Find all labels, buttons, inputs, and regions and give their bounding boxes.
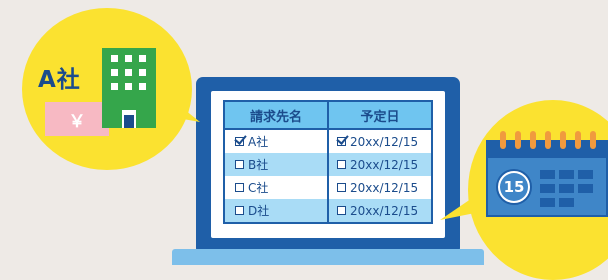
table-row-name: D社 xyxy=(225,199,327,222)
company-label: A社 xyxy=(38,67,81,93)
billing-name: A社 xyxy=(248,135,269,149)
table-row-date: 20xx/12/15 xyxy=(329,176,431,199)
calendar-day-cell xyxy=(540,170,555,179)
calendar-ring-icon xyxy=(575,131,581,149)
calendar-day-cell xyxy=(559,184,574,193)
scheduled-date: 20xx/12/15 xyxy=(350,203,419,218)
calendar-ring-icon xyxy=(560,131,566,149)
yen-symbol: ￥ xyxy=(68,111,86,132)
scheduled-date: 20xx/12/15 xyxy=(350,157,419,172)
checkbox-checked-icon[interactable] xyxy=(235,137,244,146)
checkbox-icon[interactable] xyxy=(337,206,346,215)
calendar-day-cell xyxy=(559,198,574,207)
checkbox-checked-icon[interactable] xyxy=(337,137,346,146)
checkbox-icon[interactable] xyxy=(337,183,346,192)
column-header-billing-name: 請求先名 xyxy=(225,102,327,130)
checkbox-icon[interactable] xyxy=(235,160,244,169)
calendar-ring-icon xyxy=(530,131,536,149)
column-header-scheduled-date: 予定日 xyxy=(329,102,431,130)
building-icon xyxy=(102,48,156,128)
calendar-ring-icon xyxy=(500,131,506,149)
table-row-date: 20xx/12/15 xyxy=(329,130,431,153)
calendar-date-badge: 15 xyxy=(496,169,532,205)
calendar-ring-icon xyxy=(545,131,551,149)
invoice-schedule-table: 請求先名 予定日 A社 20xx/12/15 B社 20xx/12/15 C社 … xyxy=(223,100,433,224)
calendar-ring-icon xyxy=(515,131,521,149)
calendar-day-cell xyxy=(540,184,555,193)
table-row-date: 20xx/12/15 xyxy=(329,199,431,222)
calendar-day-cell xyxy=(540,198,555,207)
calendar-day-cell xyxy=(559,170,574,179)
scheduled-date: 20xx/12/15 xyxy=(350,134,419,149)
calendar-ring-icon xyxy=(590,131,596,149)
checkbox-icon[interactable] xyxy=(235,183,244,192)
checkbox-icon[interactable] xyxy=(235,206,244,215)
billing-name: D社 xyxy=(248,204,270,218)
table-row-name: B社 xyxy=(225,153,327,176)
laptop-base xyxy=(172,249,484,265)
checkbox-icon[interactable] xyxy=(337,160,346,169)
table-row-name: C社 xyxy=(225,176,327,199)
billing-name: C社 xyxy=(248,181,269,195)
calendar-day-cell xyxy=(578,170,593,179)
table-row-date: 20xx/12/15 xyxy=(329,153,431,176)
billing-name: B社 xyxy=(248,158,269,172)
table-row-name: A社 xyxy=(225,130,327,153)
scheduled-date: 20xx/12/15 xyxy=(350,180,419,195)
calendar-day-cell xyxy=(578,184,593,193)
calendar-day: 15 xyxy=(500,173,528,201)
